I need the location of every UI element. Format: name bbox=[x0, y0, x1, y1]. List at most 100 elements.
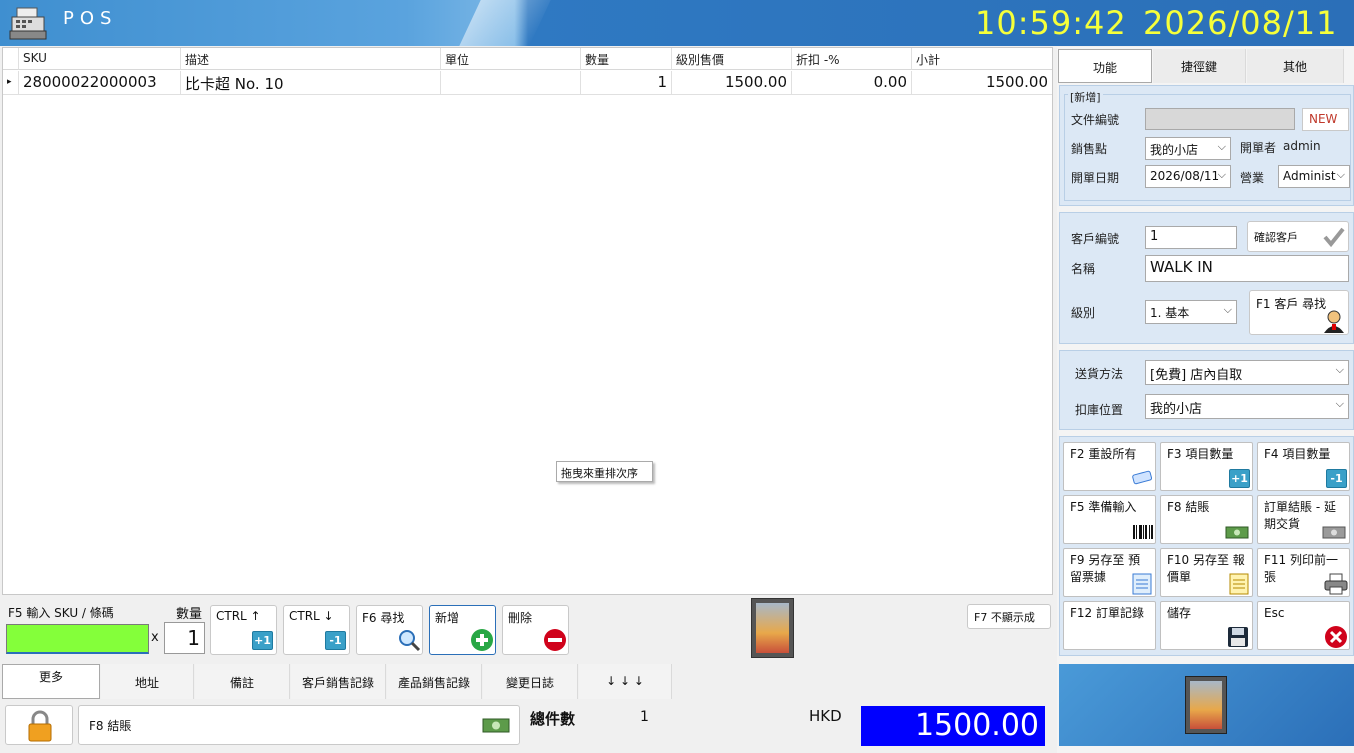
find-label: F6 尋找 bbox=[362, 611, 405, 625]
ctrl-up-button[interactable]: CTRL ↑ +1 bbox=[210, 605, 277, 655]
delivery-panel: 送貨方法 [免費] 店內自取 ⌵ 扣庫位置 我的小店 ⌵ bbox=[1059, 350, 1354, 430]
tab-product-sales[interactable]: 產品銷售記錄 bbox=[387, 664, 482, 699]
tab-customer-sales[interactable]: 客戶銷售記錄 bbox=[291, 664, 386, 699]
product-card-thumbnail[interactable] bbox=[751, 598, 794, 658]
date-picker-value: 2026/08/11 bbox=[1150, 169, 1220, 183]
cell-price[interactable]: 1500.00 bbox=[672, 71, 792, 95]
quantity-input[interactable]: 1 bbox=[164, 622, 205, 654]
plus-one-icon: +1 bbox=[1229, 469, 1250, 488]
save-to-quote-button[interactable]: F10 另存至 報價單 bbox=[1160, 548, 1253, 597]
tab-more[interactable]: 更多 bbox=[2, 664, 100, 699]
order-items-grid[interactable]: SKU 描述 單位 數量 級別售價 折扣 -% 小計 ▸ 28000022000… bbox=[2, 47, 1053, 595]
lock-button[interactable] bbox=[5, 705, 73, 745]
chevron-down-icon: ⌵ bbox=[1335, 363, 1344, 376]
f8-checkout-label: F8 結賬 bbox=[1167, 500, 1210, 514]
find-customer-button[interactable]: F1 客戶 尋找 bbox=[1249, 290, 1349, 335]
cell-description[interactable]: 比卡超 No. 10 bbox=[181, 71, 441, 95]
backorder-checkout-button[interactable]: 訂單結賬 - 延期交貨 bbox=[1257, 495, 1350, 544]
delete-label: 刪除 bbox=[508, 611, 533, 625]
header-decoration bbox=[459, 0, 551, 46]
customer-name-input[interactable]: WALK IN bbox=[1145, 255, 1349, 282]
tab-address[interactable]: 地址 bbox=[101, 664, 194, 699]
chevron-down-icon: ⌵ bbox=[1217, 168, 1226, 181]
escape-button[interactable]: Esc bbox=[1257, 601, 1350, 650]
date-label: 開單日期 bbox=[1071, 171, 1120, 185]
cell-unit[interactable] bbox=[441, 71, 581, 95]
sales-select[interactable]: Administ ⌵ bbox=[1278, 165, 1350, 188]
note-icon bbox=[1229, 573, 1249, 595]
right-tab-functions[interactable]: 功能 bbox=[1058, 49, 1152, 83]
qty-increase-button[interactable]: F3 項目數量 +1 bbox=[1160, 442, 1253, 491]
new-doc-button[interactable]: NEW bbox=[1302, 108, 1349, 131]
save-button[interactable]: 儲存 bbox=[1160, 601, 1253, 650]
column-header-price[interactable]: 級別售價 bbox=[672, 48, 792, 70]
find-button[interactable]: F6 尋找 bbox=[356, 605, 423, 655]
qty-decrease-button[interactable]: F4 項目數量 -1 bbox=[1257, 442, 1350, 491]
customer-level-value: 1. 基本 bbox=[1150, 306, 1190, 320]
stock-location-select[interactable]: 我的小店 ⌵ bbox=[1145, 394, 1349, 419]
prepare-input-button[interactable]: F5 準備輸入 bbox=[1063, 495, 1156, 544]
checkout-label: F8 結賬 bbox=[89, 719, 132, 733]
eraser-icon bbox=[1130, 469, 1154, 485]
right-tab-other[interactable]: 其他 bbox=[1247, 49, 1344, 83]
column-header-quantity[interactable]: 數量 bbox=[581, 48, 672, 70]
sales-select-value: Administ bbox=[1283, 169, 1336, 183]
store-label: 銷售點 bbox=[1071, 142, 1108, 156]
order-history-button[interactable]: F12 訂單記錄 bbox=[1063, 601, 1156, 650]
qty-decrease-label: F4 項目數量 bbox=[1264, 447, 1331, 461]
customer-no-label: 客戶編號 bbox=[1071, 232, 1120, 246]
sku-input[interactable] bbox=[6, 624, 149, 654]
cell-quantity[interactable]: 1 bbox=[581, 71, 672, 95]
column-header-discount[interactable]: 折扣 -% bbox=[792, 48, 912, 70]
checkmark-icon bbox=[1323, 227, 1345, 247]
qty-increase-label: F3 項目數量 bbox=[1167, 447, 1234, 461]
column-header-sku[interactable]: SKU bbox=[19, 48, 181, 70]
ctrl-down-button[interactable]: CTRL ↓ -1 bbox=[283, 605, 350, 655]
doc-number-label: 文件編號 bbox=[1071, 113, 1120, 127]
delivery-method-value: [免費] 店內自取 bbox=[1150, 368, 1243, 383]
barcode-icon bbox=[1132, 524, 1154, 540]
ctrl-down-label: CTRL ↓ bbox=[289, 609, 334, 623]
multiply-sign: x bbox=[151, 630, 159, 645]
product-preview-panel bbox=[1059, 664, 1354, 746]
chevron-down-icon: ⌵ bbox=[1217, 140, 1226, 153]
cell-discount[interactable]: 0.00 bbox=[792, 71, 912, 95]
right-tab-shortcuts[interactable]: 捷徑鍵 bbox=[1153, 49, 1246, 83]
confirm-customer-label: 確認客戶 bbox=[1254, 231, 1298, 244]
cell-subtotal[interactable]: 1500.00 bbox=[912, 71, 1052, 95]
drag-reorder-tooltip: 拖曳來重排次序 bbox=[556, 461, 653, 482]
hide-display-button[interactable]: F7 不顯示成 bbox=[967, 604, 1051, 629]
row-selector-arrow[interactable]: ▸ bbox=[3, 71, 19, 95]
column-header-subtotal[interactable]: 小計 bbox=[912, 48, 1052, 70]
add-button[interactable]: 新增 bbox=[429, 605, 496, 655]
ctrl-up-label: CTRL ↑ bbox=[216, 609, 261, 623]
quantity-label: 數量 bbox=[176, 607, 203, 622]
checkout-button[interactable]: F8 結賬 bbox=[78, 705, 520, 745]
tab-expand[interactable]: ↓ ↓ ↓ bbox=[579, 664, 672, 699]
f8-checkout-button[interactable]: F8 結賬 bbox=[1160, 495, 1253, 544]
cell-sku[interactable]: 28000022000003 bbox=[19, 71, 181, 95]
row-header-corner bbox=[3, 48, 19, 70]
printer-icon bbox=[1324, 573, 1348, 595]
delivery-method-select[interactable]: [免費] 店內自取 ⌵ bbox=[1145, 360, 1349, 385]
stock-location-value: 我的小店 bbox=[1150, 402, 1203, 417]
grand-total-display: 1500.00 bbox=[861, 706, 1045, 746]
find-customer-label: F1 客戶 尋找 bbox=[1256, 297, 1327, 311]
document-icon bbox=[1132, 573, 1152, 595]
confirm-customer-button[interactable]: 確認客戶 bbox=[1247, 221, 1349, 252]
save-to-reserve-button[interactable]: F9 另存至 預留票據 bbox=[1063, 548, 1156, 597]
store-select[interactable]: 我的小店 ⌵ bbox=[1145, 137, 1231, 160]
column-header-description[interactable]: 描述 bbox=[181, 48, 441, 70]
print-previous-button[interactable]: F11 列印前一張 bbox=[1257, 548, 1350, 597]
sales-label: 營業 bbox=[1240, 171, 1265, 185]
tab-notes[interactable]: 備註 bbox=[195, 664, 290, 699]
customer-level-select[interactable]: 1. 基本 ⌵ bbox=[1145, 300, 1237, 324]
column-header-unit[interactable]: 單位 bbox=[441, 48, 581, 70]
chevron-down-icon: ⌵ bbox=[1336, 168, 1345, 181]
customer-no-input[interactable]: 1 bbox=[1145, 226, 1237, 249]
delete-button[interactable]: 刪除 bbox=[502, 605, 569, 655]
reset-all-button[interactable]: F2 重設所有 bbox=[1063, 442, 1156, 491]
date-picker[interactable]: 2026/08/11 ⌵ bbox=[1145, 165, 1231, 188]
tab-change-log[interactable]: 變更日誌 bbox=[483, 664, 578, 699]
minus-circle-icon bbox=[543, 628, 567, 652]
